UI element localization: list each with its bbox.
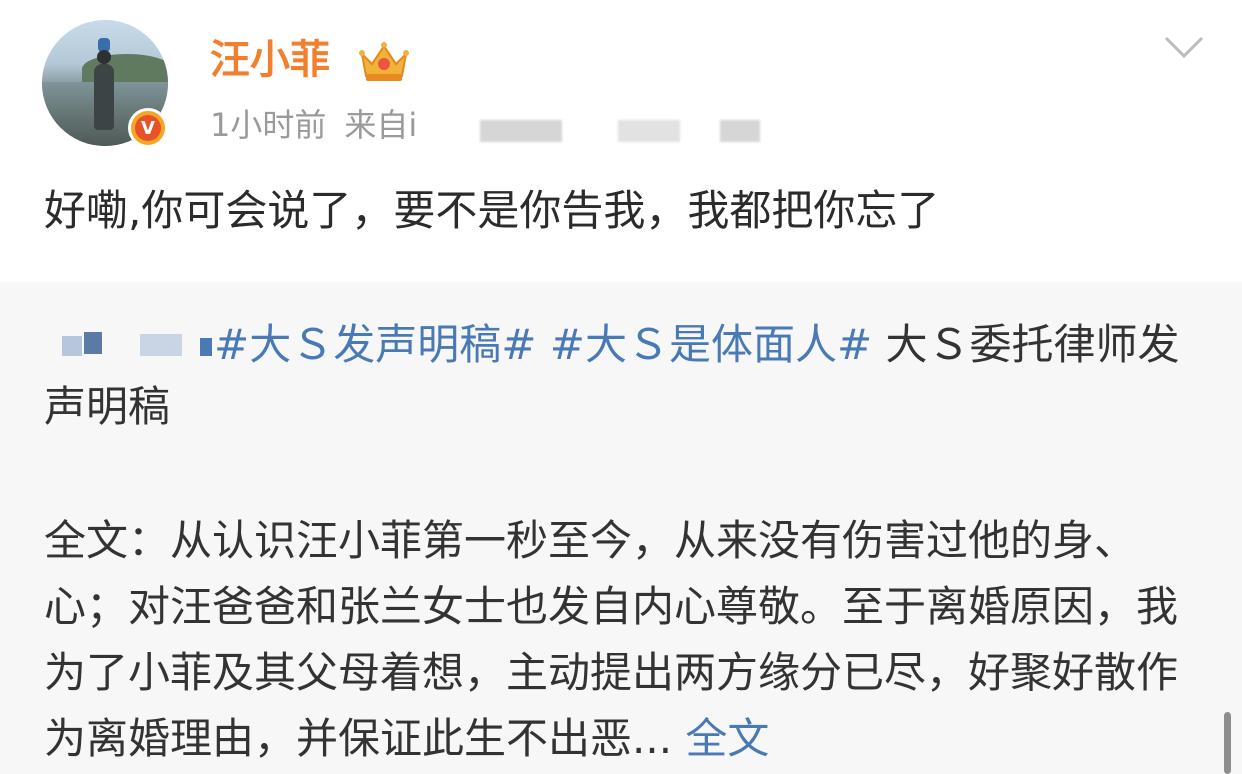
scrollbar[interactable] (1224, 712, 1231, 774)
full-text-link[interactable]: 全文 (685, 714, 769, 763)
repost-headline: #大Ｓ发声明稿# #大Ｓ是体面人# 大Ｓ委托律师发声明稿 (44, 314, 1204, 438)
post-text: 好嘞,你可会说了，要不是你告我，我都把你忘了 (44, 186, 940, 235)
repost-body: 全文：从认识汪小菲第一秒至今，从来没有伤害过他的身、心；对汪爸爸和张兰女士也发自… (44, 508, 1204, 772)
source-redacted (618, 120, 680, 142)
hashtag-link[interactable]: #大Ｓ发声明稿# (214, 320, 536, 369)
chevron-down-icon[interactable] (1162, 30, 1206, 64)
source-redacted (480, 120, 562, 142)
crown-icon (359, 42, 409, 81)
source-redacted (720, 120, 760, 142)
weibo-post: V 汪小菲 1小时前 来自i 好嘞,你可会说了，要不是你告我，我都把你忘了 #大Ｓ… (0, 0, 1242, 774)
username[interactable]: 汪小菲 (210, 34, 330, 86)
hashtag-link[interactable]: #大Ｓ是体面人# (550, 320, 872, 369)
verified-badge-icon: V (128, 108, 168, 148)
post-meta: 1小时前 来自i (210, 104, 417, 146)
post-time: 1小时前 (210, 106, 327, 144)
author-redacted (44, 328, 214, 368)
repost-body-text: 全文：从认识汪小菲第一秒至今，从来没有伤害过他的身、心；对汪爸爸和张兰女士也发自… (44, 516, 1179, 763)
post-source[interactable]: 来自i (344, 106, 417, 144)
